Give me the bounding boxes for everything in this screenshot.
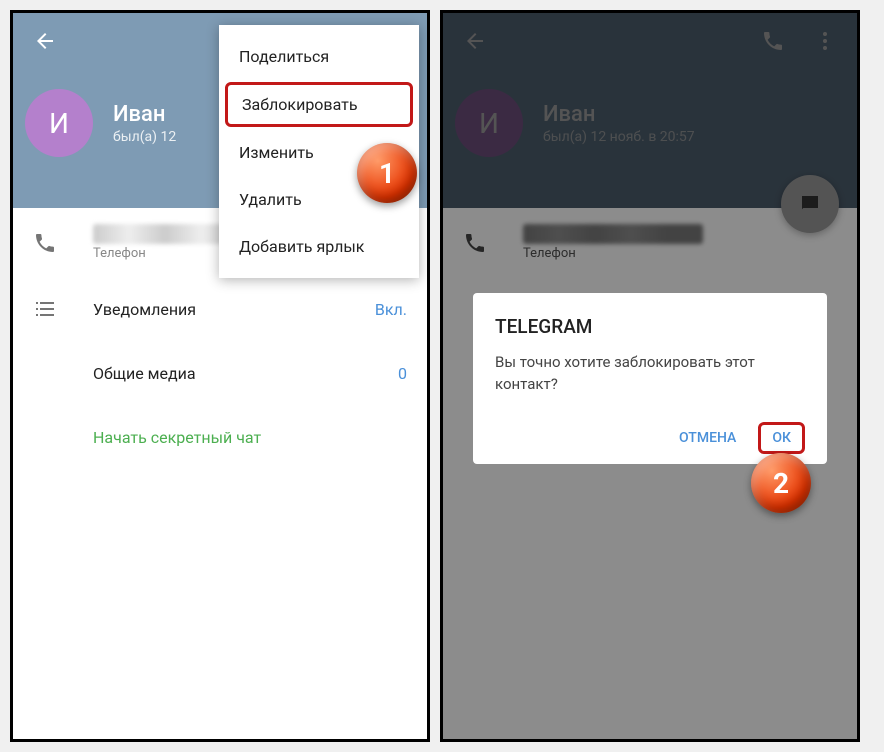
phone-right: И Иван был(а) 12 нояб. в 20:57 Телефон T…: [440, 10, 860, 742]
notifications-value: Вкл.: [375, 300, 407, 319]
phone-icon: [33, 231, 57, 255]
arrow-back-icon: [33, 29, 57, 53]
row-shared-media[interactable]: Общие медиа 0: [13, 341, 427, 405]
row-secret-chat[interactable]: Начать секретный чат: [13, 405, 427, 469]
shared-media-label: Общие медиа: [93, 364, 398, 383]
back-button[interactable]: [21, 17, 69, 65]
profile-name: Иван: [113, 102, 176, 127]
avatar-initial: И: [49, 107, 69, 140]
confirm-dialog: TELEGRAM Вы точно хотите заблокировать э…: [473, 293, 827, 464]
dialog-title: TELEGRAM: [495, 315, 805, 338]
list-icon: [33, 297, 57, 321]
profile-status: был(а) 12: [113, 129, 176, 145]
shared-media-value: 0: [398, 364, 407, 383]
menu-item-block[interactable]: Заблокировать: [225, 82, 413, 127]
phone-left: И Иван был(а) 12 Поделиться Заблокироват…: [10, 10, 430, 742]
row-notifications[interactable]: Уведомления Вкл.: [13, 277, 427, 341]
step-badge-1: 1: [357, 143, 417, 203]
step-badge-2: 2: [751, 453, 811, 513]
menu-item-share[interactable]: Поделиться: [219, 33, 419, 80]
avatar[interactable]: И: [25, 89, 93, 157]
secret-chat-label: Начать секретный чат: [93, 428, 407, 447]
menu-item-shortcut[interactable]: Добавить ярлык: [219, 223, 419, 270]
cancel-button[interactable]: ОТМЕНА: [665, 422, 750, 454]
dialog-message: Вы точно хотите заблокировать этот конта…: [495, 352, 805, 396]
ok-button[interactable]: ОК: [758, 422, 805, 454]
notifications-label: Уведомления: [93, 300, 375, 319]
